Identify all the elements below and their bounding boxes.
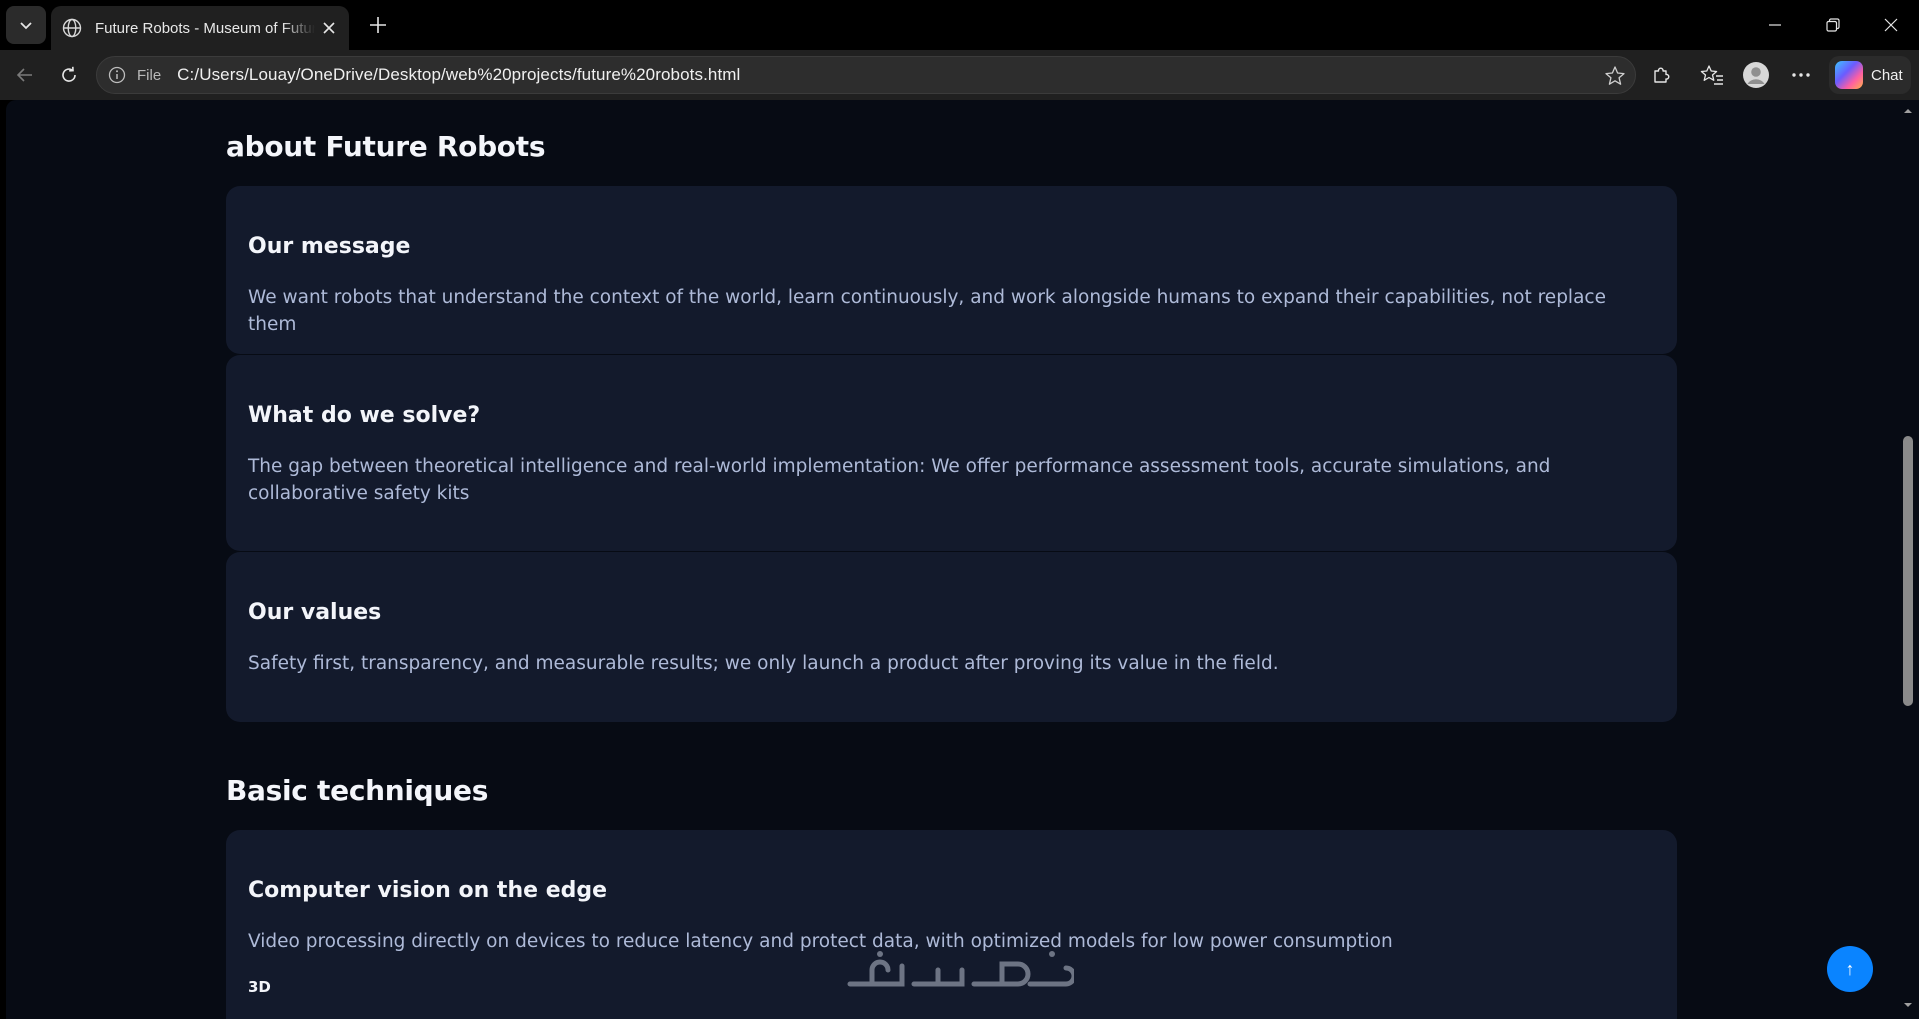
browser-toolbar: File C:/Users/Louay/OneDrive/Desktop/web… (0, 50, 1919, 100)
address-url[interactable]: C:/Users/Louay/OneDrive/Desktop/web%20pr… (177, 65, 740, 85)
scroll-down-arrow-icon[interactable] (1903, 1000, 1913, 1010)
scroll-up-arrow-icon[interactable] (1903, 106, 1913, 116)
new-tab-button[interactable] (363, 10, 393, 40)
close-icon[interactable] (319, 18, 339, 38)
back-to-top-button[interactable]: ↑ (1827, 946, 1873, 992)
page-viewport: about Future Robots Our message We want … (6, 100, 1903, 1019)
restore-button[interactable] (1805, 0, 1861, 50)
minimize-icon (1769, 24, 1781, 26)
address-bar[interactable]: File C:/Users/Louay/OneDrive/Desktop/web… (96, 56, 1636, 94)
chat-label: Chat (1871, 66, 1903, 84)
info-icon[interactable] (107, 65, 127, 85)
watermark-logo (847, 951, 1074, 987)
browser-tab-strip: Future Robots - Museum of Future Robots (0, 0, 1919, 50)
card-title: What do we solve? (248, 403, 481, 428)
favorites-icon (1700, 65, 1723, 85)
back-button[interactable] (8, 58, 42, 92)
window-close-icon (1884, 18, 1898, 32)
profile-button[interactable] (1739, 58, 1773, 92)
active-tab[interactable]: Future Robots - Museum of Future Robots (51, 6, 349, 50)
technique-tag: 3D (248, 978, 271, 996)
favorite-star-icon[interactable] (1603, 64, 1627, 88)
card-title: Our values (248, 600, 382, 625)
copilot-icon (1835, 61, 1863, 89)
copilot-chat-button[interactable]: Chat (1829, 56, 1911, 94)
favorites-button[interactable] (1695, 58, 1729, 92)
card-title: Computer vision on the edge (248, 878, 608, 903)
scrollbar-thumb[interactable] (1903, 436, 1913, 706)
back-arrow-icon (16, 68, 32, 82)
extensions-button[interactable] (1644, 58, 1678, 92)
techniques-section-title: Basic techniques (226, 774, 489, 807)
card-body: The gap between theoretical intelligence… (248, 456, 1551, 504)
card-title: Our message (248, 234, 411, 259)
window-close-button[interactable] (1863, 0, 1919, 50)
extensions-icon (1654, 67, 1670, 83)
reload-icon (62, 66, 76, 82)
about-section-title: about Future Robots (226, 130, 546, 163)
tab-title: Future Robots - Museum of Future Robots (95, 19, 315, 37)
card-body: Safety first, transparency, and measurab… (248, 653, 1279, 674)
message-card: Our message We want robots that understa… (226, 186, 1677, 354)
problem-card: What do we solve? The gap between theore… (226, 355, 1677, 551)
more-button[interactable] (1784, 58, 1818, 92)
arrow-up-icon: ↑ (1845, 958, 1855, 979)
tab-list-icon (20, 22, 32, 30)
vertical-scrollbar[interactable] (1897, 100, 1919, 1019)
card-body: We want robots that understand the conte… (248, 287, 1606, 335)
minimize-button[interactable] (1747, 0, 1803, 50)
plus-icon (370, 17, 386, 33)
restore-icon (1826, 18, 1840, 32)
globe-icon (61, 17, 83, 39)
profile-avatar-icon (1743, 62, 1769, 88)
address-scheme: File (137, 66, 162, 84)
more-icon (1792, 73, 1810, 77)
values-card: Our values Safety first, transparency, a… (226, 552, 1677, 722)
tab-list-button[interactable] (6, 6, 46, 44)
reload-button[interactable] (52, 58, 86, 92)
